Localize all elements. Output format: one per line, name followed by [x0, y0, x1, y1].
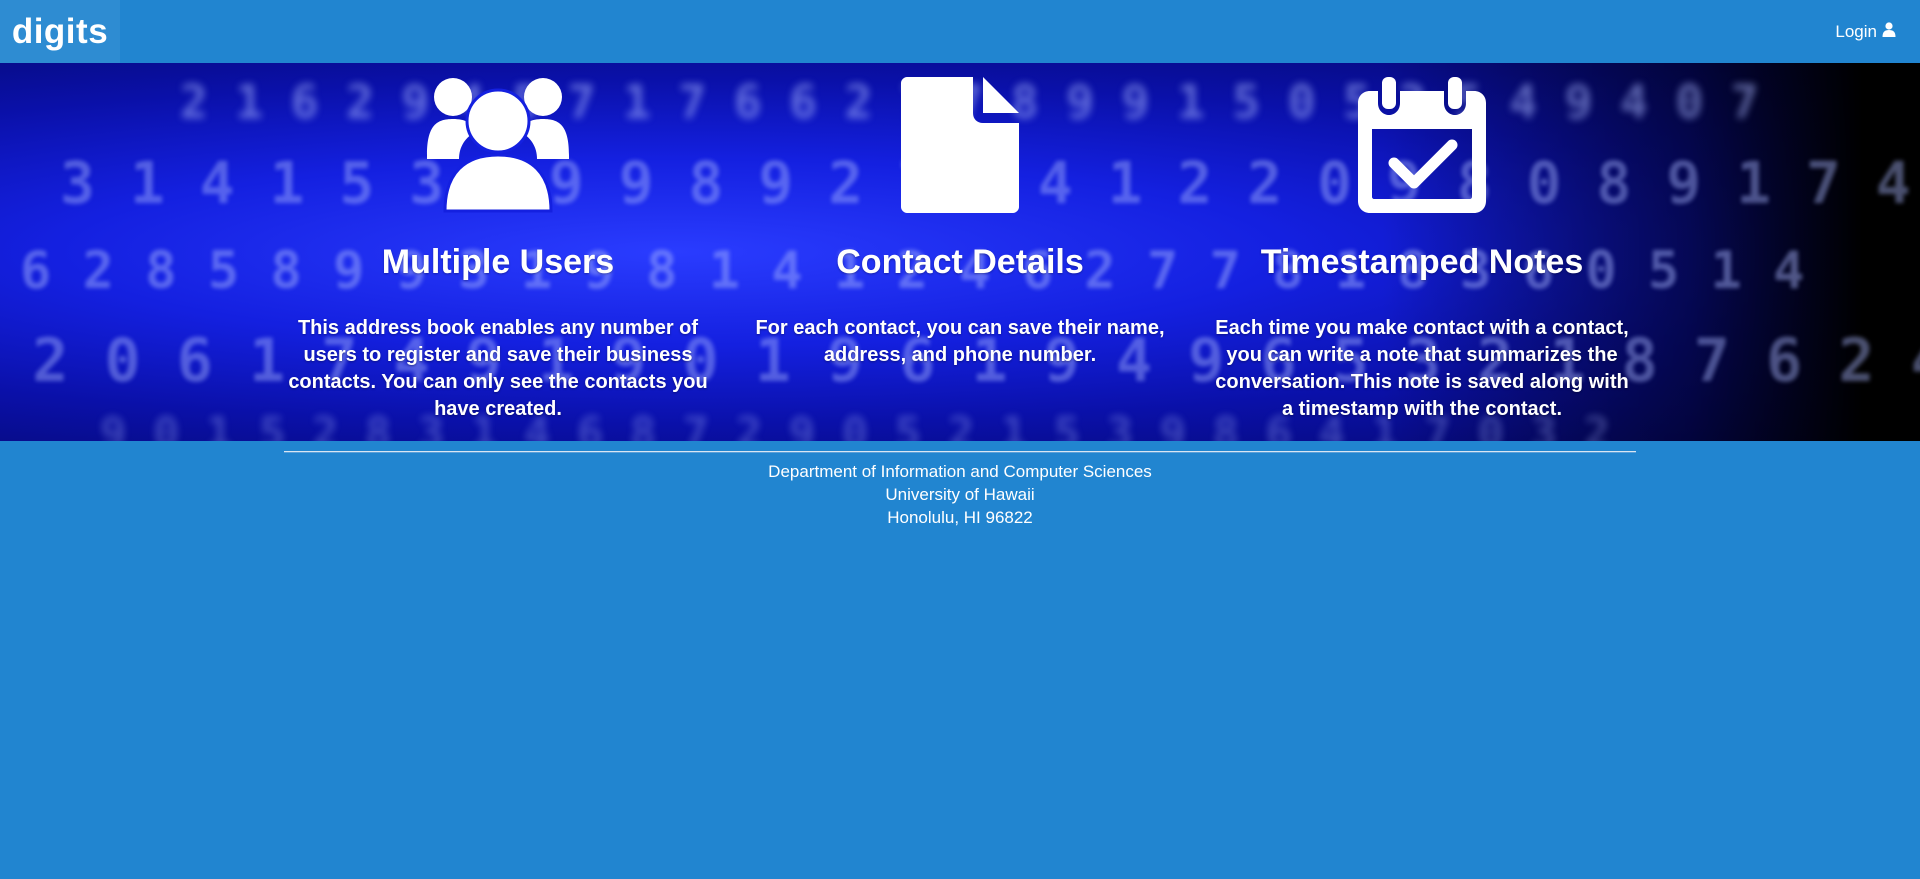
feature-description: For each contact, you can save their nam… [755, 317, 1165, 366]
user-icon [1882, 21, 1896, 42]
users-icon [288, 77, 708, 213]
feature-timestamped-notes: Timestamped Notes Each time you make con… [1212, 63, 1632, 420]
file-icon [750, 77, 1170, 213]
footer-address: Honolulu, HI 96822 [887, 508, 1033, 527]
feature-title: Contact Details [836, 243, 1084, 281]
feature-contact-details: Contact Details For each contact, you ca… [750, 63, 1170, 366]
feature-multiple-users: Multiple Users This address book enables… [288, 63, 708, 420]
footer-department: Department of Information and Computer S… [768, 462, 1152, 481]
footer: Department of Information and Computer S… [0, 460, 1920, 529]
login-dropdown[interactable]: Login [1835, 0, 1896, 63]
calendar-check-icon [1212, 77, 1632, 213]
feature-description: This address book enables any number of … [288, 317, 708, 420]
footer-divider [284, 451, 1636, 453]
brand-logo-link[interactable]: digits [0, 0, 120, 63]
top-navbar: digits Login [0, 0, 1920, 63]
feature-title: Timestamped Notes [1260, 243, 1584, 281]
brand-text: digits [11, 11, 109, 51]
hero-banner: 2 1 6 2 9 4 5 7 1 7 6 6 2 7 7 8 9 9 1 5 … [0, 63, 1920, 441]
feature-columns: Multiple Users This address book enables… [0, 63, 1920, 441]
feature-description: Each time you make contact with a contac… [1215, 317, 1629, 420]
feature-title: Multiple Users [381, 243, 615, 281]
login-label: Login [1835, 21, 1877, 41]
footer-university: University of Hawaii [885, 485, 1035, 504]
